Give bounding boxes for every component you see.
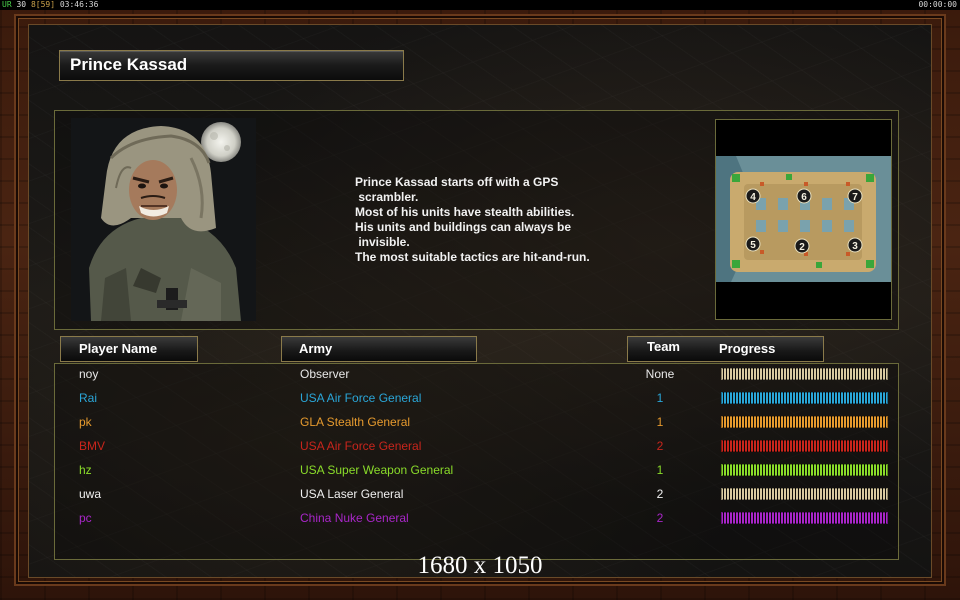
clock-left: 03:46:36 [59, 0, 99, 9]
player-name: uwa [79, 487, 102, 501]
frame-counter: 8[59] [30, 0, 56, 9]
progress-bar [721, 440, 888, 452]
player-row: uwa USA Laser General 2 [55, 485, 900, 509]
progress-bar [721, 392, 888, 404]
player-team: 2 [656, 511, 664, 525]
player-team: 2 [656, 439, 664, 453]
player-list: noy Observer None Rai USA Air Force Gene… [54, 363, 899, 560]
general-name-title: Prince Kassad [59, 50, 404, 81]
player-army: USA Super Weapon General [300, 463, 454, 477]
player-name: noy [79, 367, 99, 381]
ur-indicator: UR [2, 0, 12, 9]
description-line: Most of his units have stealth abilities… [355, 205, 575, 219]
player-row: pc China Nuke General 2 [55, 509, 900, 533]
clock-right: 00:00:00 [918, 0, 957, 9]
progress-bar [721, 416, 888, 428]
player-army: USA Laser General [300, 487, 404, 501]
description-line: scrambler. [355, 190, 419, 204]
player-team: 1 [656, 415, 664, 429]
map-preview: 4 6 7 5 2 3 [715, 119, 892, 320]
column-header-team-progress: Team Progress [627, 336, 824, 362]
column-header-team: Team [647, 339, 680, 354]
progress-bar [721, 368, 888, 380]
player-name: BMV [79, 439, 106, 453]
player-team: 1 [656, 391, 664, 405]
fps-counter: 30 [16, 0, 27, 9]
spawn-label: 4 [750, 192, 756, 203]
general-description: Prince Kassad starts off with a GPS scra… [355, 175, 685, 265]
description-line: His units and buildings can always be [355, 220, 572, 234]
player-army: China Nuke General [300, 511, 409, 525]
player-army: USA Air Force General [300, 391, 422, 405]
portrait-image [71, 118, 256, 321]
player-team: None [645, 367, 675, 381]
column-header-player-name: Player Name [60, 336, 198, 362]
player-name: hz [79, 463, 92, 477]
spawn-label: 5 [750, 240, 756, 251]
player-row: noy Observer None [55, 365, 900, 389]
minimap-image: 4 6 7 5 2 3 [716, 120, 891, 319]
player-team: 1 [656, 463, 664, 477]
description-line: Prince Kassad starts off with a GPS [355, 175, 559, 189]
status-left: UR 30 8[59] 03:46:36 [2, 0, 98, 10]
progress-bar [721, 488, 888, 500]
player-row: hz USA Super Weapon General 1 [55, 461, 900, 485]
progress-bar [721, 464, 888, 476]
column-header-army: Army [281, 336, 477, 362]
player-army: USA Air Force General [300, 439, 422, 453]
column-header-progress: Progress [719, 341, 776, 356]
player-row: pk GLA Stealth General 1 [55, 413, 900, 437]
player-army: Observer [300, 367, 350, 381]
status-bar: UR 30 8[59] 03:46:36 00:00:00 [0, 0, 960, 10]
player-army: GLA Stealth General [300, 415, 411, 429]
spawn-label: 2 [799, 242, 805, 253]
spawn-label: 3 [852, 241, 858, 252]
player-row: Rai USA Air Force General 1 [55, 389, 900, 413]
player-row: BMV USA Air Force General 2 [55, 437, 900, 461]
resolution-label: 1680 x 1050 [417, 552, 543, 579]
player-name: pc [79, 511, 92, 525]
description-line: The most suitable tactics are hit-and-ru… [355, 250, 590, 264]
spawn-label: 6 [801, 192, 807, 203]
player-name: Rai [79, 391, 98, 405]
description-line: invisible. [355, 235, 410, 249]
player-team: 2 [656, 487, 664, 501]
progress-bar [721, 512, 888, 524]
spawn-label: 7 [852, 192, 858, 203]
general-portrait [71, 118, 256, 321]
player-name: pk [79, 415, 92, 429]
